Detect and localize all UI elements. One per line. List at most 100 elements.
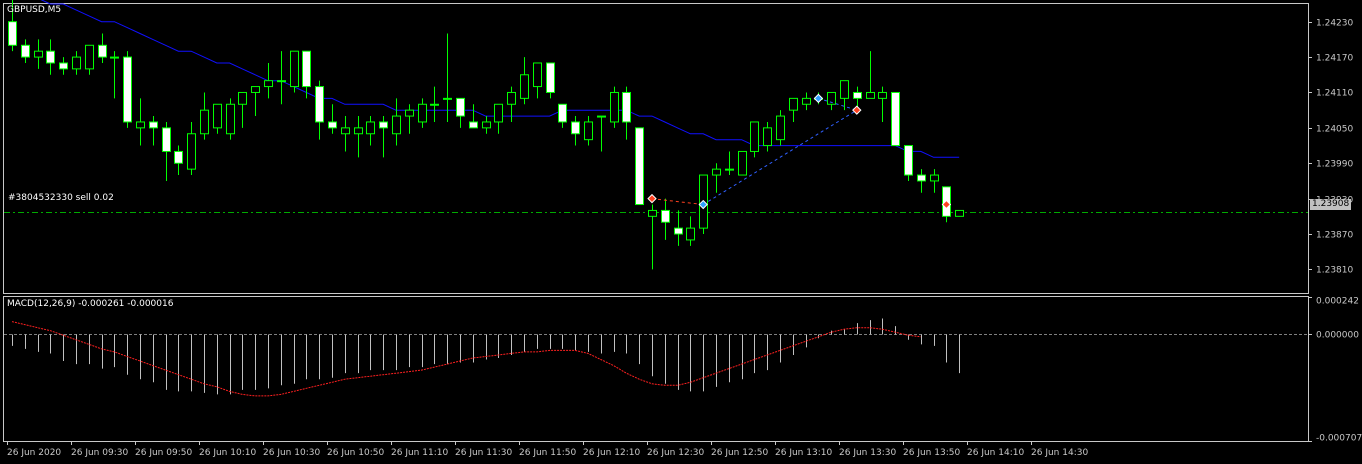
candle (635, 127, 644, 206)
candle-body (72, 56, 81, 70)
candle-body (302, 50, 311, 88)
candle-body (59, 62, 68, 70)
candle (226, 98, 235, 140)
symbol-title: GBPUSD,M5 (7, 5, 62, 15)
chart-canvas[interactable]: 1.24230 1.24170 1.24110 1.24050 1.23990 1.239… (0, 0, 1362, 464)
macd-axis-label: 0.000000 (1316, 331, 1359, 341)
candle-body (379, 121, 388, 129)
candle-body (763, 127, 772, 147)
candle-body (430, 103, 439, 106)
current-price-tag: 1.23908 (1310, 199, 1352, 210)
time-axis-label: 26 Jun 09:50 (135, 448, 192, 458)
candle-body (725, 168, 734, 171)
candle-body (917, 174, 926, 182)
time-axis-label: 26 Jun 13:30 (839, 448, 896, 458)
candle-body (315, 86, 324, 123)
time-axis-label: 26 Jun 12:30 (647, 448, 704, 458)
candle (955, 209, 964, 217)
macd-axis-label: 0.000242 (1316, 297, 1359, 307)
candle-body (85, 44, 94, 70)
order-line-label[interactable]: #3804532330 sell 0.02 (8, 193, 114, 204)
time-axis-label: 26 Jun 10:30 (263, 448, 320, 458)
candle-body (354, 127, 363, 135)
candle-body (648, 209, 657, 217)
candle-body (789, 97, 798, 111)
price-axis-label: 1.24230 (1316, 19, 1353, 29)
candle-body (661, 209, 670, 223)
candle (123, 51, 132, 128)
candle-body (558, 103, 567, 123)
candle-body (123, 56, 132, 123)
candle-body (187, 133, 196, 170)
candle (891, 91, 900, 147)
candle-body (494, 103, 503, 123)
candle-body (507, 91, 516, 105)
time-axis-label: 26 Jun 12:10 (583, 448, 640, 458)
candle-body (955, 209, 964, 217)
candle-body (418, 103, 427, 123)
candle-body (597, 115, 606, 118)
candle-body (213, 103, 222, 129)
candle-body (533, 62, 542, 88)
time-axis-label: 26 Jun 13:10 (775, 448, 832, 458)
candle-body (226, 103, 235, 135)
candle-body (776, 115, 785, 141)
price-axis-label: 1.24170 (1316, 54, 1353, 64)
candle-body (443, 97, 452, 100)
candle-body (802, 97, 811, 105)
candle-body (584, 121, 593, 141)
candle (610, 86, 619, 128)
candle-body (686, 227, 695, 241)
candle-body (251, 86, 260, 93)
candle-body (904, 145, 913, 176)
candle-body (482, 121, 491, 129)
candle-body (98, 44, 107, 58)
time-axis-label: 26 Jun 14:10 (967, 448, 1024, 458)
candle-body (277, 80, 286, 83)
price-axis-label: 1.24110 (1316, 89, 1353, 99)
candle-body (110, 56, 119, 59)
candle-body (366, 121, 375, 135)
candle-body (341, 127, 350, 135)
candle-body (456, 97, 465, 117)
candle-body (622, 91, 631, 123)
candle-body (674, 227, 683, 235)
macd-axis-label: -0.000707 (1316, 434, 1362, 444)
candle-body (174, 150, 183, 164)
mt5-chart-window[interactable]: 1.24230 1.24170 1.24110 1.24050 1.23990 1.239… (0, 0, 1362, 464)
candle-body (162, 127, 171, 152)
time-axis-label: 26 Jun 12:50 (711, 448, 768, 458)
time-axis-label: 26 Jun 11:30 (455, 448, 512, 458)
candle-body (891, 91, 900, 147)
time-axis-label: 26 Jun 11:10 (391, 448, 448, 458)
candle (290, 50, 299, 93)
candle-body (46, 50, 55, 64)
candle-body (738, 150, 747, 176)
candle-body (840, 80, 849, 99)
time-axis-label: 26 Jun 2020 (7, 448, 61, 458)
candle-body (392, 115, 401, 135)
candle-body (520, 74, 529, 99)
candle-body (21, 44, 30, 58)
time-axis-label: 26 Jun 09:30 (71, 448, 128, 458)
candle-body (610, 91, 619, 123)
time-axis-label: 26 Jun 13:50 (903, 448, 960, 458)
candle-body (635, 127, 644, 206)
candle-body (136, 121, 145, 129)
candle-body (469, 121, 478, 129)
price-axis-label: 1.23810 (1316, 266, 1353, 276)
time-axis-label: 26 Jun 14:30 (1031, 448, 1088, 458)
time-axis-label: 26 Jun 11:50 (519, 448, 576, 458)
candle-body (200, 109, 209, 135)
candle-body (328, 121, 337, 129)
candle-body (878, 91, 887, 99)
candle-body (8, 21, 17, 46)
candle-body (149, 121, 158, 129)
candle-body (866, 91, 875, 99)
candle-body (546, 62, 555, 93)
candle-body (405, 109, 414, 117)
candle (738, 150, 747, 176)
price-axis-label: 1.23870 (1316, 231, 1353, 241)
candle-body (264, 80, 273, 88)
candle-body (290, 50, 299, 88)
